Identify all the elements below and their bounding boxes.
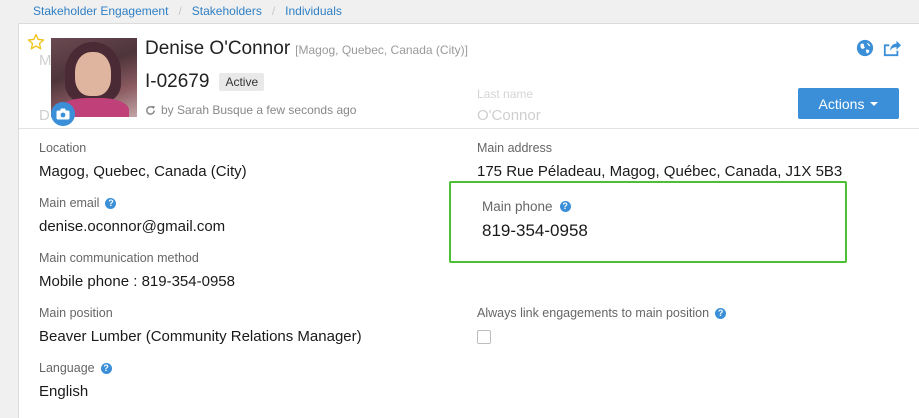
breadcrumb-individuals[interactable]: Individuals — [285, 4, 342, 18]
language-label-row: Language ? — [39, 361, 112, 375]
always-link-checkbox[interactable] — [477, 330, 491, 344]
avatar-face — [75, 52, 111, 96]
main-email-value: denise.oconnor@gmail.com — [39, 218, 226, 235]
main-communication-method-value: Mobile phone : 819-354-0958 — [39, 273, 235, 290]
language-value: English — [39, 383, 89, 400]
help-icon[interactable]: ? — [559, 201, 571, 212]
star-icon[interactable] — [27, 33, 45, 51]
main-phone-value: 819-354-0958 — [482, 221, 588, 240]
main-communication-method-field: Main communication method Mobile phone :… — [39, 251, 235, 290]
refresh-icon — [146, 105, 155, 115]
header-icons — [856, 39, 902, 57]
language-label: Language — [39, 361, 95, 375]
main-communication-method-label: Main communication method — [39, 251, 199, 265]
always-link-field: Always link engagements to main position… — [477, 306, 727, 344]
stakeholder-card: M Last name O'Connor D Denise O'Connor [… — [18, 23, 919, 418]
main-address-value: 175 Rue Péladeau, Magog, Québec, Canada,… — [477, 163, 843, 180]
main-email-label: Main email — [39, 196, 100, 210]
help-icon[interactable]: ? — [100, 362, 112, 374]
main-phone-highlight: Main phone ? 819-354-0958 — [449, 181, 847, 263]
breadcrumb-separator: / — [178, 4, 182, 18]
profile-header: M Last name O'Connor D Denise O'Connor [… — [19, 24, 919, 129]
always-link-label-row: Always link engagements to main position… — [477, 306, 727, 320]
main-position-field: Main position Beaver Lumber (Community R… — [39, 306, 362, 345]
main-position-value: Beaver Lumber (Community Relations Manag… — [39, 328, 362, 345]
identifier-line: I-02679 Active — [145, 71, 265, 93]
main-email-label-row: Main email ? — [39, 196, 225, 210]
breadcrumb-stakeholder-engagement[interactable]: Stakeholder Engagement — [33, 4, 168, 18]
help-icon[interactable]: ? — [715, 307, 727, 319]
main-address-field: Main address 175 Rue Péladeau, Magog, Qu… — [477, 141, 842, 180]
main-phone-label: Main phone — [482, 199, 553, 214]
ghost-last-name-value: O'Connor — [477, 107, 541, 124]
ghost-text: M — [39, 52, 52, 69]
status-badge: Active — [219, 73, 265, 91]
stakeholder-name: Denise O'Connor — [145, 38, 291, 59]
breadcrumb: Stakeholder Engagement / Stakeholders / … — [33, 4, 342, 18]
share-icon[interactable] — [882, 39, 902, 57]
always-link-label: Always link engagements to main position — [477, 306, 710, 320]
main-email-field: Main email ? denise.oconnor@gmail.com — [39, 196, 225, 235]
last-updated-text: by Sarah Busque a few seconds ago — [161, 103, 357, 117]
last-updated: by Sarah Busque a few seconds ago — [145, 103, 356, 117]
name-line: Denise O'Connor [Magog, Quebec, Canada (… — [145, 38, 468, 60]
location-label: Location — [39, 141, 87, 155]
main-position-label: Main position — [39, 306, 113, 320]
help-icon[interactable]: ? — [105, 197, 117, 209]
ghost-text: D — [39, 107, 50, 124]
globe-icon[interactable] — [856, 39, 874, 57]
stakeholder-location-tag: [Magog, Quebec, Canada (City)] — [295, 43, 468, 57]
actions-button-label: Actions — [818, 95, 865, 112]
main-phone-field: Main phone ? 819-354-0958 — [482, 199, 588, 241]
stakeholder-identifier: I-02679 — [145, 71, 210, 92]
main-address-label: Main address — [477, 141, 553, 155]
location-field: Location Magog, Quebec, Canada (City) — [39, 141, 247, 180]
actions-button[interactable]: Actions — [798, 88, 899, 119]
breadcrumb-stakeholders[interactable]: Stakeholders — [192, 4, 262, 18]
language-field: Language ? English — [39, 361, 112, 400]
camera-icon[interactable] — [51, 102, 75, 126]
breadcrumb-separator: / — [271, 4, 276, 18]
caret-down-icon — [870, 101, 879, 106]
ghost-last-name-label: Last name — [477, 87, 534, 101]
main-phone-label-row: Main phone ? — [482, 199, 588, 214]
location-value: Magog, Quebec, Canada (City) — [39, 163, 247, 180]
